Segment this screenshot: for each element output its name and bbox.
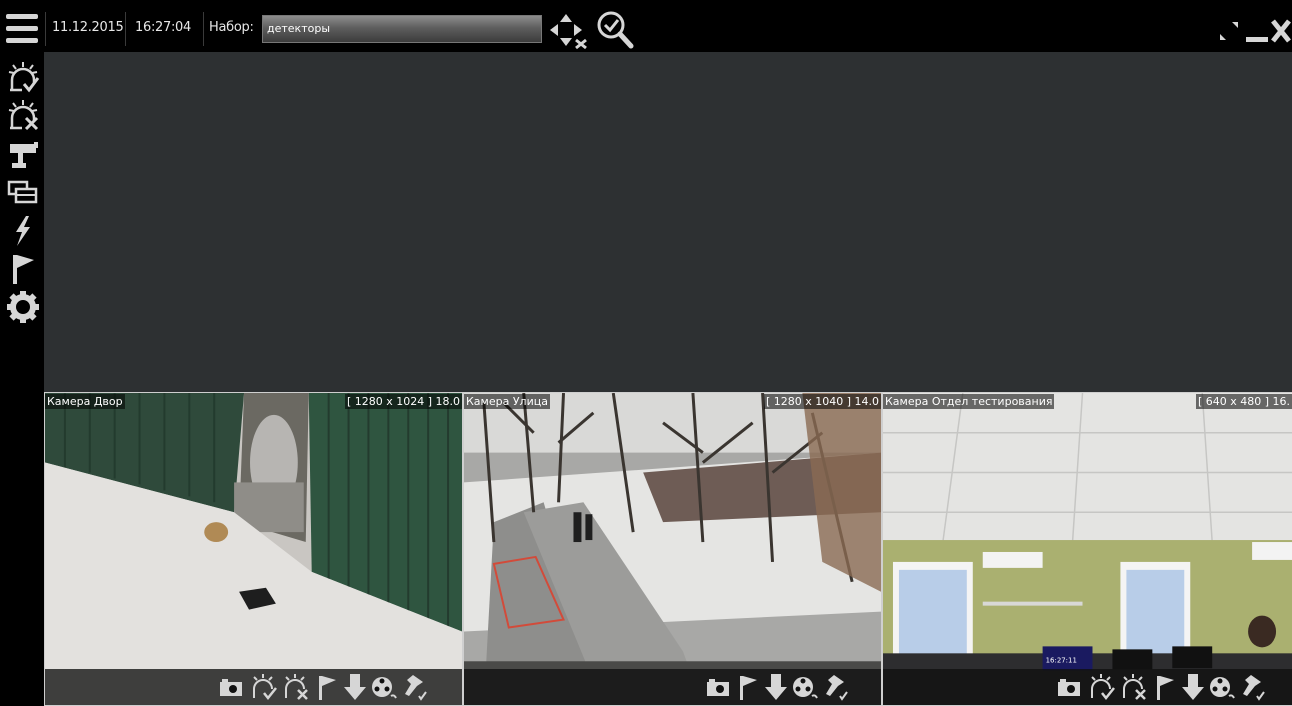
archive-reel-icon[interactable] (790, 672, 818, 702)
alarm-confirm-icon[interactable] (1087, 672, 1115, 702)
camera-tile-street[interactable]: Камера Улица [ 1280 x 1040 ] 14.0 (463, 392, 882, 706)
flag-icon[interactable] (313, 672, 341, 702)
download-arrow-icon[interactable] (762, 672, 790, 702)
minimize-icon[interactable] (1246, 37, 1268, 42)
download-arrow-icon[interactable] (341, 672, 369, 702)
snapshot-icon[interactable] (217, 672, 245, 702)
alarm-confirm-icon[interactable] (249, 672, 277, 702)
fullscreen-icon[interactable] (1218, 20, 1240, 42)
camera-tile-yard[interactable]: Камера Двор [ 1280 x 1024 ] 18.0 (44, 392, 463, 706)
camera-toolbar (464, 669, 881, 705)
top-bar: 11.12.2015 16:27:04 Набор: детекторы (0, 0, 1292, 52)
snapshot-icon[interactable] (704, 672, 732, 702)
video-layout-area (44, 52, 1292, 392)
settings-gear-icon[interactable] (6, 290, 40, 324)
flag-icon[interactable] (6, 252, 40, 286)
menu-icon[interactable] (4, 14, 40, 48)
divider (203, 12, 204, 46)
camera-toolbar (45, 669, 462, 705)
alarm-cancel-icon[interactable] (1119, 672, 1147, 702)
layouts-icon[interactable] (6, 176, 40, 210)
pin-icon[interactable] (399, 672, 427, 702)
divider (45, 12, 46, 46)
camera-resolution: [ 1280 x 1024 ] 18.0 (344, 394, 462, 409)
current-date: 11.12.2015 (52, 20, 124, 35)
camera-name: Камера Двор (45, 394, 125, 409)
pin-icon[interactable] (820, 672, 848, 702)
pin-icon[interactable] (1237, 672, 1265, 702)
archive-reel-icon[interactable] (369, 672, 397, 702)
download-arrow-icon[interactable] (1179, 672, 1207, 702)
camera-feed-image (45, 393, 462, 705)
alarm-cancel-icon[interactable] (6, 98, 40, 132)
alarm-cancel-icon[interactable] (281, 672, 309, 702)
snapshot-icon[interactable] (1055, 672, 1083, 702)
divider (125, 12, 126, 46)
set-selector[interactable]: детекторы (262, 15, 542, 43)
camera-name: Камера Отдел тестирования (883, 394, 1055, 409)
set-label: Набор: (209, 20, 254, 35)
sidebar (0, 52, 44, 706)
flag-icon[interactable] (734, 672, 762, 702)
ptz-move-icon[interactable] (548, 12, 590, 50)
events-lightning-icon[interactable] (6, 214, 40, 248)
camera-feed-image (464, 393, 881, 705)
current-time: 16:27:04 (135, 20, 191, 35)
flag-icon[interactable] (1151, 672, 1179, 702)
camera-name: Камера Улица (464, 394, 550, 409)
close-icon[interactable] (1270, 18, 1292, 44)
camera-feed-image: 16:27:11 (883, 393, 1292, 705)
camera-toolbar (883, 669, 1292, 705)
camera-resolution: [ 1280 x 1040 ] 14.0 (763, 394, 881, 409)
camera-resolution: [ 640 x 480 ] 16. (1195, 394, 1292, 409)
alarm-confirm-icon[interactable] (6, 60, 40, 94)
archive-reel-icon[interactable] (1207, 672, 1235, 702)
camera-icon[interactable] (6, 138, 40, 172)
set-value: детекторы (267, 22, 330, 35)
zoom-search-icon[interactable] (596, 10, 634, 50)
overlay-clock: 16:27:11 (1046, 656, 1077, 664)
camera-tile-testing-dept[interactable]: 16:27:11 Камера Отдел тестирования [ 640… (882, 392, 1292, 706)
